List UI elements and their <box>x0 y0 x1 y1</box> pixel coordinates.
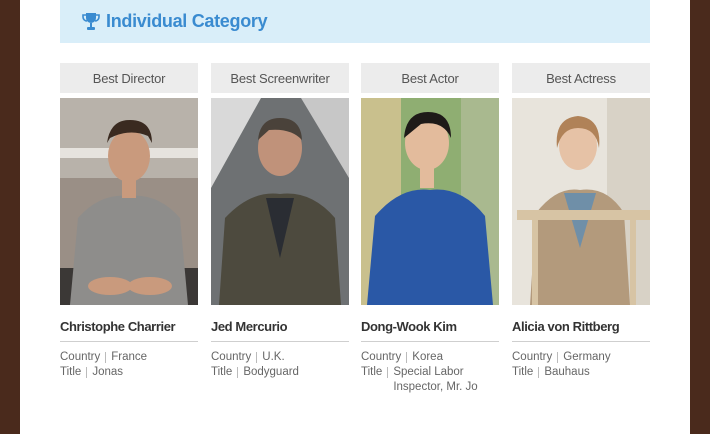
divider <box>105 352 107 363</box>
title-value: Bodyguard <box>243 366 299 378</box>
award-category: Best Screenwriter <box>211 63 349 93</box>
section-header: Individual Category <box>60 0 650 43</box>
country-value: France <box>111 351 148 363</box>
divider <box>538 367 540 378</box>
award-card-best-actress[interactable]: Best Actress Alicia von Rittberg Country… <box>512 63 650 380</box>
winner-details: Country Germany Title Bauhaus <box>512 350 650 380</box>
divider <box>387 367 389 378</box>
divider <box>406 352 408 363</box>
award-category: Best Actress <box>512 63 650 93</box>
winner-photo[interactable] <box>211 98 349 305</box>
title-value: Special Labor Inspector, Mr. Jo <box>393 366 478 393</box>
title-label: Title <box>361 366 383 378</box>
trophy-icon <box>82 11 100 33</box>
winner-photo[interactable] <box>361 98 499 305</box>
award-card-best-actor[interactable]: Best Actor Dong-Wook Kim Country Korea Ti… <box>361 63 499 395</box>
divider <box>86 367 88 378</box>
winner-name: Alicia von Rittberg <box>512 319 650 342</box>
title-label: Title <box>60 366 82 378</box>
title-label: Title <box>211 366 233 378</box>
country-label: Country <box>60 351 101 363</box>
section-title: Individual Category <box>106 11 268 31</box>
title-value: Bauhaus <box>544 366 590 378</box>
title-label: Title <box>512 366 534 378</box>
award-category: Best Actor <box>361 63 499 93</box>
award-category: Best Director <box>60 63 198 93</box>
country-value: U.K. <box>262 351 285 363</box>
winner-name: Jed Mercurio <box>211 319 349 342</box>
country-value: Germany <box>563 351 611 363</box>
country-label: Country <box>512 351 553 363</box>
country-value: Korea <box>412 351 443 363</box>
winner-details: Country U.K. Title Bodyguard <box>211 350 349 380</box>
award-card-best-screenwriter[interactable]: Best Screenwriter Jed Mercurio Country U.… <box>211 63 349 380</box>
winner-name: Dong-Wook Kim <box>361 319 499 342</box>
divider <box>256 352 258 363</box>
winner-photo[interactable] <box>512 98 650 305</box>
winner-name: Christophe Charrier <box>60 319 198 342</box>
title-value: Jonas <box>92 366 123 378</box>
award-card-best-director[interactable]: Best Director Christophe Charrier Countr… <box>60 63 198 380</box>
country-label: Country <box>361 351 402 363</box>
country-label: Country <box>211 351 252 363</box>
content-panel: Individual Category Best Director Christ… <box>20 0 690 434</box>
divider <box>557 352 559 363</box>
winner-details: Country France Title Jonas <box>60 350 198 380</box>
winner-photo[interactable] <box>60 98 198 305</box>
divider <box>237 367 239 378</box>
winner-details: Country Korea Title Special Labor Inspecto… <box>361 350 499 395</box>
